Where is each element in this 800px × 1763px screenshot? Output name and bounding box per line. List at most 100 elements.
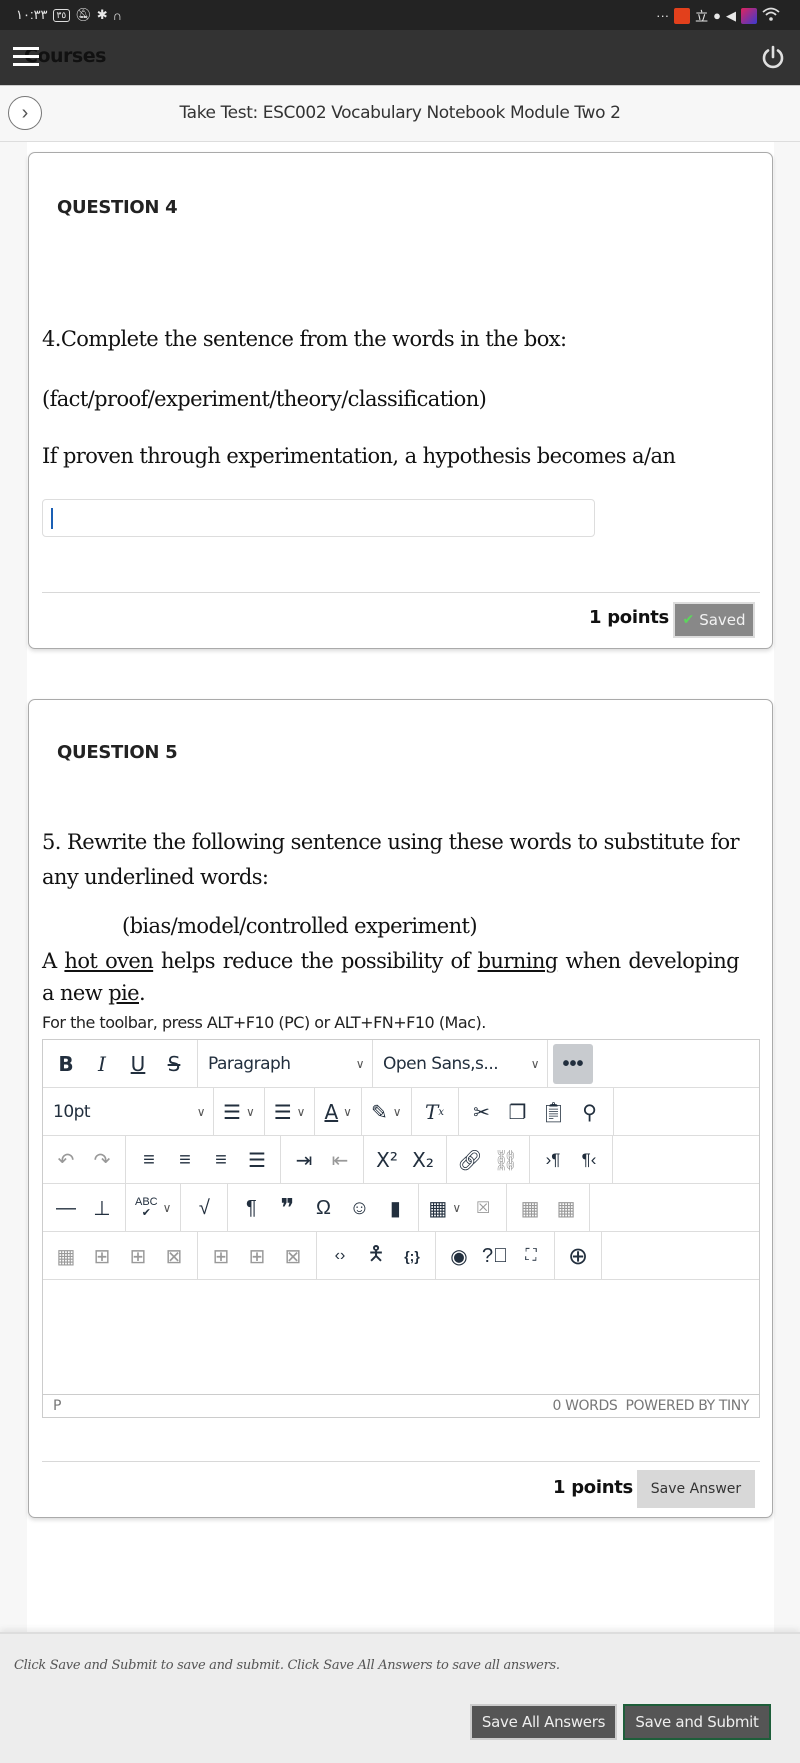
emoji-icon[interactable]: ☺ <box>341 1188 377 1228</box>
divider <box>42 1461 760 1462</box>
rtl-icon[interactable]: ¶‹ <box>571 1140 607 1180</box>
align-center-icon[interactable]: ≡ <box>167 1140 203 1180</box>
delete-col-icon[interactable]: ⊠ <box>275 1236 311 1276</box>
more-options-icon[interactable]: ••• <box>553 1044 593 1084</box>
submit-footer: Click Save and Submit to save and submit… <box>0 1632 800 1763</box>
undo-icon[interactable]: ↶ <box>48 1140 84 1180</box>
align-justify-icon[interactable]: ☰ <box>239 1140 275 1180</box>
superscript-icon[interactable]: X² <box>369 1140 405 1180</box>
page-title: Take Test: ESC002 Vocabulary Notebook Mo… <box>179 103 621 123</box>
saved-button[interactable]: ✔ Saved <box>673 602 755 638</box>
insert-row-after-icon[interactable]: ⊞ <box>120 1236 156 1276</box>
ltr-icon[interactable]: ›¶ <box>535 1140 571 1180</box>
strikethrough-icon[interactable]: S <box>156 1044 192 1084</box>
powered-by-tiny-link[interactable]: POWERED BY TINY <box>625 1398 749 1414</box>
facebook-icon: ● <box>713 8 721 23</box>
table-row-icon[interactable]: ▦ <box>512 1188 548 1228</box>
redo-icon[interactable]: ↷ <box>84 1140 120 1180</box>
question-prompt: 4.Complete the sentence from the words i… <box>42 327 567 351</box>
save-answer-button[interactable]: Save Answer <box>637 1470 755 1508</box>
app-header: Courses <box>0 30 800 85</box>
element-path[interactable]: P <box>53 1398 61 1414</box>
toolbar-row: ▦ ⊞ ⊞ ⊠ ⊞ ⊞ ⊠ ‹› 🯅 {;} ◉ ?⃝ ⛶ ⊕ <box>43 1232 759 1280</box>
saved-label: Saved <box>699 611 746 629</box>
more-icon: ··· <box>656 8 670 23</box>
accessibility-icon[interactable]: 🯅 <box>358 1236 394 1276</box>
question-label: QUESTION 4 <box>57 197 178 218</box>
search-icon[interactable]: ⚲ <box>572 1092 608 1132</box>
editor-statusbar: P 0 WORDS POWERED BY TINY <box>43 1394 759 1417</box>
bold-icon[interactable]: B <box>48 1044 84 1084</box>
source-code-icon[interactable]: ‹› <box>322 1236 358 1276</box>
hamburger-icon[interactable] <box>13 47 39 69</box>
code-sample-icon[interactable]: {;} <box>394 1236 430 1276</box>
align-left-icon[interactable]: ≡ <box>131 1140 167 1180</box>
clear-formatting-icon[interactable]: Tx <box>417 1092 453 1132</box>
highlight-color-icon[interactable]: ✎ ∨ <box>367 1100 406 1125</box>
help-icon[interactable]: ?⃝ <box>477 1236 513 1276</box>
delete-table-icon[interactable]: ☒ <box>465 1188 501 1228</box>
status-bar: ١٠:٣٣ ٣٥ 🔕︎ ✱ ∩ ··· 立 ● ◀ <box>0 0 800 30</box>
table-cell-icon[interactable]: ▦ <box>548 1188 584 1228</box>
toolbar-row: B I U S Paragraph ∨ Open Sans,s... ∨ ••• <box>43 1040 759 1088</box>
checkmark-icon: ✔ <box>682 612 695 628</box>
paste-icon[interactable]: 📋︎ <box>536 1092 572 1132</box>
unlink-icon[interactable]: ⛓ <box>488 1140 524 1180</box>
indent-icon[interactable]: ⇥ <box>286 1140 322 1180</box>
save-all-answers-button[interactable]: Save All Answers <box>470 1704 617 1740</box>
insert-col-before-icon[interactable]: ⊞ <box>203 1236 239 1276</box>
word-bank: (bias/model/controlled experiment) <box>122 914 478 938</box>
align-right-icon[interactable]: ≡ <box>203 1140 239 1180</box>
power-icon[interactable] <box>760 44 786 70</box>
question-5-card: QUESTION 5 5. Rewrite the following sent… <box>28 699 773 1518</box>
translate-icon: 立 <box>695 9 709 24</box>
preview-eye-icon[interactable]: ◉ <box>441 1236 477 1276</box>
question-label: QUESTION 5 <box>57 742 178 763</box>
copy-icon[interactable]: ❐ <box>500 1092 536 1132</box>
insert-row-before-icon[interactable]: ⊞ <box>84 1236 120 1276</box>
bullet-list-icon[interactable]: ☰ ∨ <box>219 1100 259 1125</box>
chevron-down-icon: ∨ <box>530 1057 540 1071</box>
spellcheck-icon[interactable]: ABC ✔ ∨ <box>131 1197 175 1219</box>
answer-input[interactable] <box>42 499 595 537</box>
cut-icon[interactable]: ✂ <box>464 1092 500 1132</box>
add-content-icon[interactable]: ⊕ <box>560 1236 596 1276</box>
fullscreen-icon[interactable]: ⛶ <box>513 1236 549 1276</box>
table-icon[interactable]: ▦ ∨ <box>424 1196 465 1221</box>
rich-text-editor: B I U S Paragraph ∨ Open Sans,s... ∨ ••• 1… <box>42 1039 760 1418</box>
save-and-submit-button[interactable]: Save and Submit <box>623 1704 771 1740</box>
chevron-down-icon: ∨ <box>196 1105 206 1119</box>
italic-icon[interactable]: I <box>84 1044 120 1084</box>
math-icon[interactable]: √ <box>186 1188 222 1228</box>
text-color-icon[interactable]: A ∨ <box>320 1100 355 1124</box>
outdent-icon[interactable]: ⇤ <box>322 1140 358 1180</box>
delete-row-icon[interactable]: ⊠ <box>156 1236 192 1276</box>
block-format-dropdown[interactable]: Paragraph ∨ <box>198 1040 372 1088</box>
font-family-dropdown[interactable]: Open Sans,s... ∨ <box>373 1040 547 1088</box>
numbered-list-icon[interactable]: ☰ ∨ <box>270 1100 310 1125</box>
special-character-icon[interactable]: Ω <box>305 1188 341 1228</box>
toolbar-row: 10pt ∨ ☰ ∨ ☰ ∨ A ∨ ✎ ∨ Tx ✂ ❐ 📋︎ ⚲ <box>43 1088 759 1136</box>
font-size-dropdown[interactable]: 10pt ∨ <box>43 1088 213 1136</box>
bookmark-icon[interactable]: ▮ <box>377 1188 413 1228</box>
insert-file-icon[interactable]: ⊥ <box>84 1188 120 1228</box>
clock: ١٠:٣٣ <box>16 7 48 22</box>
app-icon <box>674 7 691 24</box>
blockquote-icon[interactable]: ❞ <box>269 1188 305 1228</box>
editor-text-area[interactable] <box>43 1281 759 1394</box>
table-cell-props-icon[interactable]: ▦ <box>48 1236 84 1276</box>
divider <box>42 592 760 593</box>
subscript-icon[interactable]: X₂ <box>405 1140 441 1180</box>
question-prompt: 5. Rewrite the following sentence using … <box>42 830 740 889</box>
toolbar-hint: For the toolbar, press ALT+F10 (PC) or A… <box>42 1013 486 1032</box>
horizontal-line-icon[interactable]: — <box>48 1188 84 1228</box>
paragraph-mark-icon[interactable]: ¶ <box>233 1188 269 1228</box>
toolbar-row: — ⊥ ABC ✔ ∨ √ ¶ ❞ Ω ☺ ▮ ▦ ∨ ☒ ▦ ▦ <box>43 1184 759 1232</box>
insert-col-after-icon[interactable]: ⊞ <box>239 1236 275 1276</box>
battery-icon: ٣٥ <box>52 8 71 22</box>
question-sentence: A hot oven helps reduce the possibility … <box>42 949 740 1005</box>
link-icon[interactable]: 🔗︎ <box>452 1140 488 1180</box>
footer-instructions: Click Save and Submit to save and submit… <box>14 1658 560 1673</box>
question-sentence: If proven through experimentation, a hyp… <box>42 444 676 468</box>
underline-icon[interactable]: U <box>120 1044 156 1084</box>
